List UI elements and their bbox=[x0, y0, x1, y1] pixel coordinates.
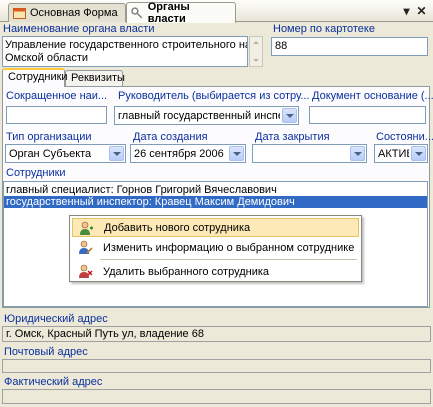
chevron-down-icon[interactable] bbox=[282, 108, 297, 123]
org-type-select[interactable]: Орган Субъекта bbox=[5, 144, 126, 163]
org-name-line2: Омской области bbox=[5, 52, 89, 64]
edit-user-icon bbox=[79, 240, 93, 254]
org-type-label: Тип организации bbox=[6, 131, 92, 143]
org-name-line1: Управление государственного строительног… bbox=[5, 39, 247, 51]
menu-separator bbox=[100, 259, 357, 260]
card-number-label: Номер по картотеке bbox=[273, 23, 375, 35]
legal-address-field[interactable]: г. Омск, Красный Путь ул, владение 68 bbox=[2, 326, 431, 342]
delete-user-icon bbox=[79, 264, 93, 278]
org-name-label: Наименование органа власти bbox=[3, 23, 155, 35]
short-name-label: Сокращенное наи... bbox=[6, 90, 108, 102]
created-date-picker[interactable]: 26 сентября 2006 bbox=[130, 144, 246, 163]
postal-address-field[interactable] bbox=[2, 359, 431, 373]
scroll-up-icon[interactable] bbox=[253, 41, 259, 44]
document-tab-bar: Основная Форма Органы власти ▾ ✕ bbox=[0, 0, 433, 25]
key-icon bbox=[131, 6, 143, 18]
state-select[interactable]: АКТИВІ bbox=[374, 144, 428, 163]
short-name-input[interactable] bbox=[6, 106, 107, 124]
list-item[interactable]: главный специалист: Горнов Григорий Вяче… bbox=[4, 184, 427, 196]
org-type-value: Орган Субъекта bbox=[9, 148, 92, 160]
menu-item-edit-employee[interactable]: Изменить информацию о выбранном сотрудни… bbox=[72, 238, 359, 257]
tab-authorities[interactable]: Органы власти bbox=[126, 1, 236, 25]
head-value: главный государственный инспекто bbox=[118, 110, 280, 122]
tab-requisites[interactable]: Реквизиты bbox=[65, 70, 125, 87]
chevron-down-icon[interactable] bbox=[350, 146, 365, 161]
form-icon bbox=[13, 7, 26, 19]
tab-main-form-label: Основная Форма bbox=[30, 7, 118, 19]
postal-address-label: Почтовый адрес bbox=[4, 346, 88, 358]
created-label: Дата создания bbox=[133, 131, 208, 143]
chevron-down-icon[interactable] bbox=[229, 146, 244, 161]
document-input[interactable] bbox=[309, 106, 426, 124]
chevron-down-icon[interactable] bbox=[411, 146, 426, 161]
tab-authorities-label: Органы власти bbox=[147, 1, 190, 25]
menu-item-delete-label: Удалить выбранного сотрудника bbox=[103, 265, 270, 278]
head-label: Руководитель (выбирается из сотру... bbox=[118, 90, 310, 102]
menu-item-edit-label: Изменить информацию о выбранном сотрудни… bbox=[103, 241, 355, 254]
created-value: 26 сентября 2006 bbox=[134, 148, 224, 160]
menu-item-add-label: Добавить нового сотрудника bbox=[104, 221, 251, 234]
org-name-scrollbar[interactable] bbox=[249, 36, 263, 67]
actual-address-label: Фактический адрес bbox=[4, 376, 103, 388]
state-value: АКТИВІ bbox=[378, 148, 409, 160]
state-label: Состояни... bbox=[376, 131, 433, 143]
add-user-icon bbox=[80, 221, 93, 235]
tab-main-form[interactable]: Основная Форма bbox=[8, 3, 126, 22]
actual-address-field[interactable] bbox=[2, 389, 431, 404]
head-select[interactable]: главный государственный инспекто bbox=[114, 106, 299, 125]
close-icon[interactable]: ✕ bbox=[415, 5, 428, 18]
legal-address-label: Юридический адрес bbox=[4, 313, 108, 325]
chevron-down-icon[interactable] bbox=[109, 146, 124, 161]
dropdown-icon[interactable]: ▾ bbox=[400, 5, 413, 18]
menu-item-add-employee[interactable]: Добавить нового сотрудника bbox=[72, 218, 359, 237]
card-number-input[interactable]: 88 bbox=[271, 37, 428, 56]
employees-label: Сотрудники bbox=[6, 167, 66, 179]
tab-employees[interactable]: Сотрудники bbox=[2, 68, 68, 87]
closed-label: Дата закрытия bbox=[255, 131, 330, 143]
menu-item-delete-employee[interactable]: Удалить выбранного сотрудника bbox=[72, 262, 359, 281]
document-label: Документ основание (... bbox=[312, 90, 433, 102]
closed-date-picker[interactable] bbox=[252, 144, 367, 163]
context-menu: Добавить нового сотрудника Изменить инфо… bbox=[69, 215, 362, 282]
org-name-field[interactable]: Управление государственного строительног… bbox=[2, 36, 248, 67]
list-item-selected[interactable]: государственный инспектор: Кравец Максим… bbox=[4, 196, 427, 208]
scroll-down-icon[interactable] bbox=[253, 59, 259, 62]
